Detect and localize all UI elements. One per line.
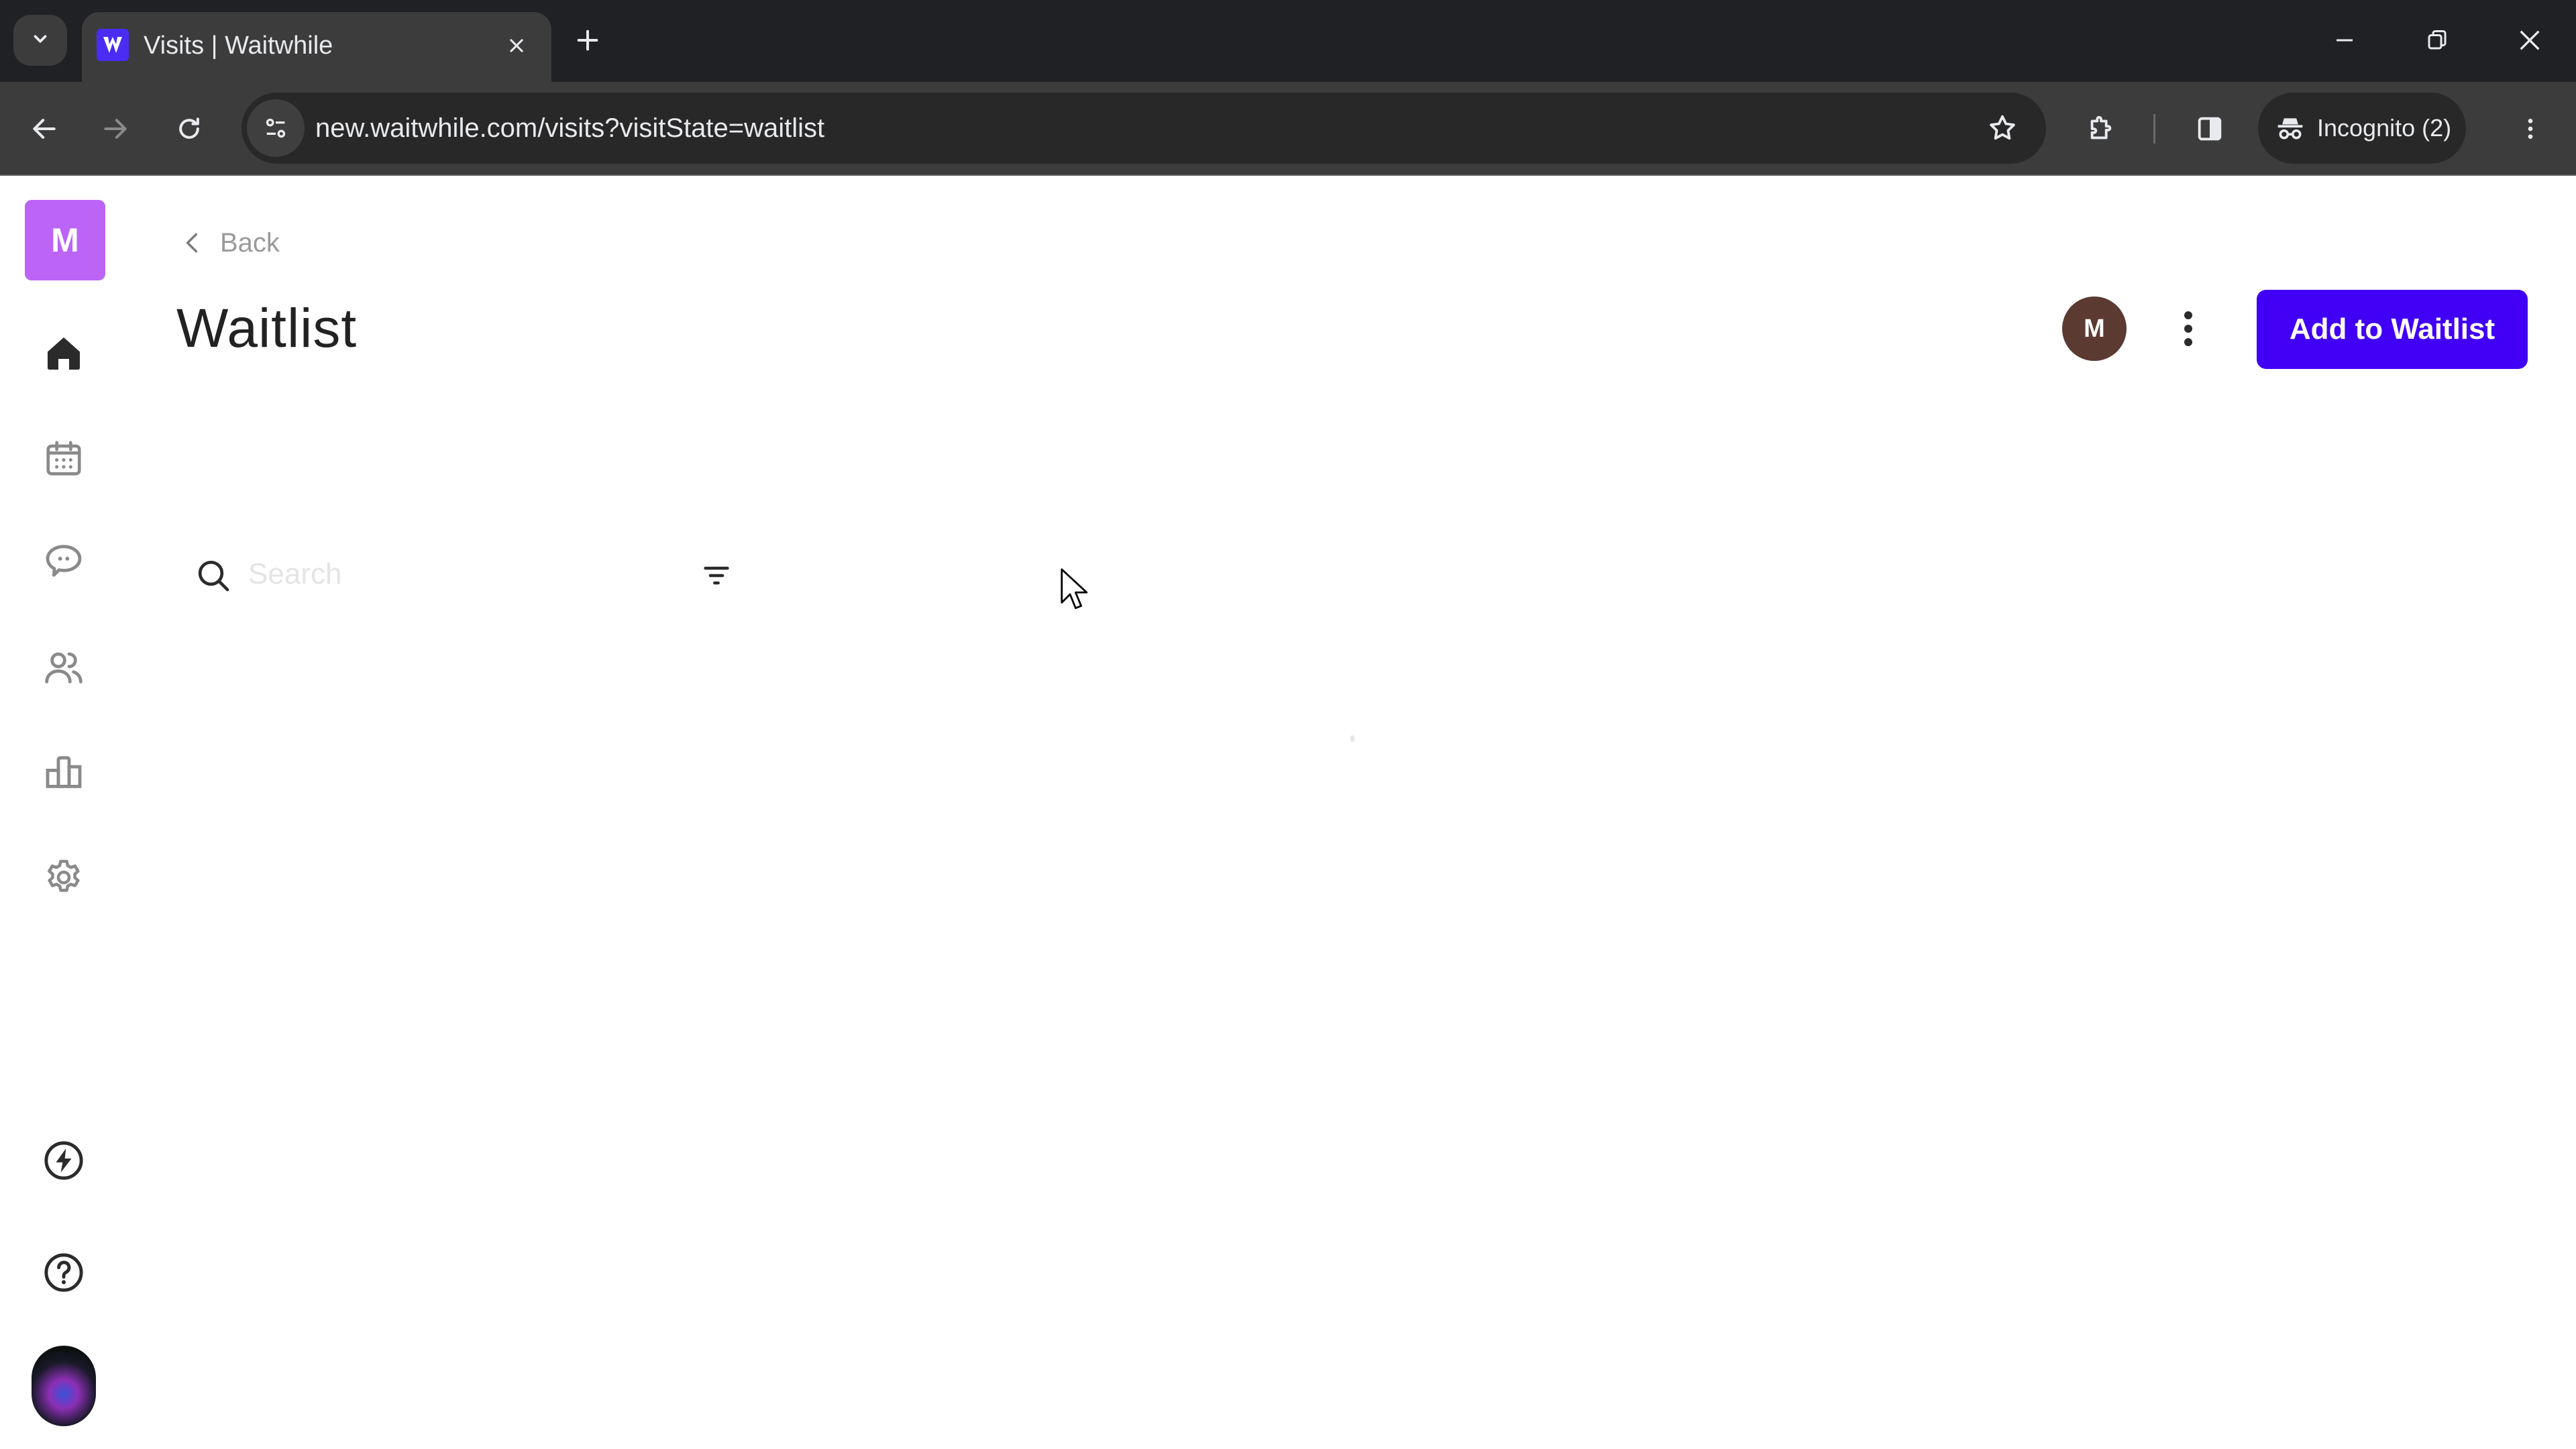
toolbar-divider	[2153, 114, 2155, 144]
new-tab-button[interactable]	[568, 20, 608, 60]
sidebar-item-whats-new[interactable]	[37, 1134, 91, 1187]
side-panel-icon	[2198, 117, 2222, 141]
incognito-icon	[2277, 118, 2303, 140]
minimize-window-button[interactable]	[2308, 13, 2381, 67]
filter-button[interactable]	[695, 555, 738, 596]
sidebar-item-settings[interactable]	[37, 851, 91, 904]
browser-toolbar: new.waitwhile.com/visits?visitState=wait…	[0, 82, 2576, 176]
app-sidebar: M	[0, 176, 127, 1449]
calendar-icon	[46, 441, 81, 476]
star-icon	[1990, 115, 2015, 140]
plus-icon	[577, 30, 598, 51]
search-icon	[198, 560, 229, 592]
users-icon	[45, 652, 83, 684]
waitwhile-logo-icon	[97, 29, 129, 61]
side-panel-button[interactable]	[2186, 105, 2234, 153]
puzzle-icon	[2090, 115, 2112, 140]
url-text[interactable]: new.waitwhile.com/visits?visitState=wait…	[315, 110, 824, 146]
incognito-label: Incognito (2)	[2317, 114, 2452, 142]
user-avatar-button[interactable]: M	[2062, 297, 2127, 361]
reload-icon	[179, 117, 199, 139]
back-link[interactable]: Back	[182, 225, 280, 260]
close-icon	[2520, 30, 2540, 50]
arrow-right-icon	[104, 119, 127, 139]
sidebar-item-home[interactable]	[37, 327, 91, 380]
chat-icon	[46, 545, 82, 577]
chevron-left-icon	[186, 233, 198, 253]
reload-button[interactable]	[165, 105, 213, 153]
bookmark-button[interactable]	[1979, 105, 2026, 152]
back-label: Back	[220, 227, 280, 258]
search-input[interactable]	[248, 554, 651, 594]
filter-icon	[704, 566, 729, 585]
sidebar-item-messages[interactable]	[37, 534, 91, 588]
browser-tab-strip: Visits | Waitwhile	[0, 0, 2576, 82]
close-window-button[interactable]	[2493, 13, 2567, 67]
site-info-button[interactable]	[247, 99, 305, 157]
home-icon	[48, 337, 80, 370]
back-nav-button[interactable]	[20, 105, 68, 153]
close-icon	[510, 39, 523, 52]
mouse-cursor-icon	[1061, 568, 1088, 609]
incognito-indicator[interactable]: Incognito (2)	[2258, 93, 2466, 164]
gear-icon	[48, 859, 80, 892]
bar-chart-icon	[46, 756, 82, 788]
add-to-waitlist-button[interactable]: Add to Waitlist	[2257, 290, 2528, 369]
chevron-down-icon	[30, 29, 50, 52]
bolt-icon	[44, 1141, 83, 1180]
search-bar	[195, 550, 745, 598]
forward-nav-button[interactable]	[91, 105, 140, 153]
minimize-icon	[2337, 39, 2353, 42]
tab-search-button[interactable]	[13, 15, 67, 66]
sidebar-item-analytics[interactable]	[37, 745, 91, 799]
arrow-left-icon	[33, 119, 56, 139]
help-icon	[44, 1253, 83, 1292]
sidebar-item-calendar[interactable]	[37, 431, 91, 485]
org-logo-button[interactable]: M	[25, 200, 105, 280]
browser-tab-active[interactable]: Visits | Waitwhile	[82, 12, 551, 82]
browser-menu-button[interactable]	[2506, 105, 2555, 153]
kebab-icon	[2528, 119, 2533, 139]
more-options-button[interactable]	[2168, 302, 2208, 356]
page-title: Waitlist	[176, 298, 358, 359]
kebab-icon	[2184, 311, 2192, 346]
tab-close-button[interactable]	[498, 27, 535, 64]
loading-indicator	[1350, 735, 1354, 742]
tab-title: Visits | Waitwhile	[144, 32, 333, 60]
restore-window-button[interactable]	[2400, 13, 2474, 67]
address-bar[interactable]: new.waitwhile.com/visits?visitState=wait…	[241, 93, 2046, 164]
tune-icon	[266, 118, 286, 138]
profile-photo[interactable]	[32, 1346, 96, 1426]
extensions-button[interactable]	[2077, 105, 2125, 153]
sidebar-item-help[interactable]	[37, 1246, 91, 1299]
restore-icon	[2428, 30, 2447, 50]
sidebar-item-customers[interactable]	[37, 641, 91, 694]
